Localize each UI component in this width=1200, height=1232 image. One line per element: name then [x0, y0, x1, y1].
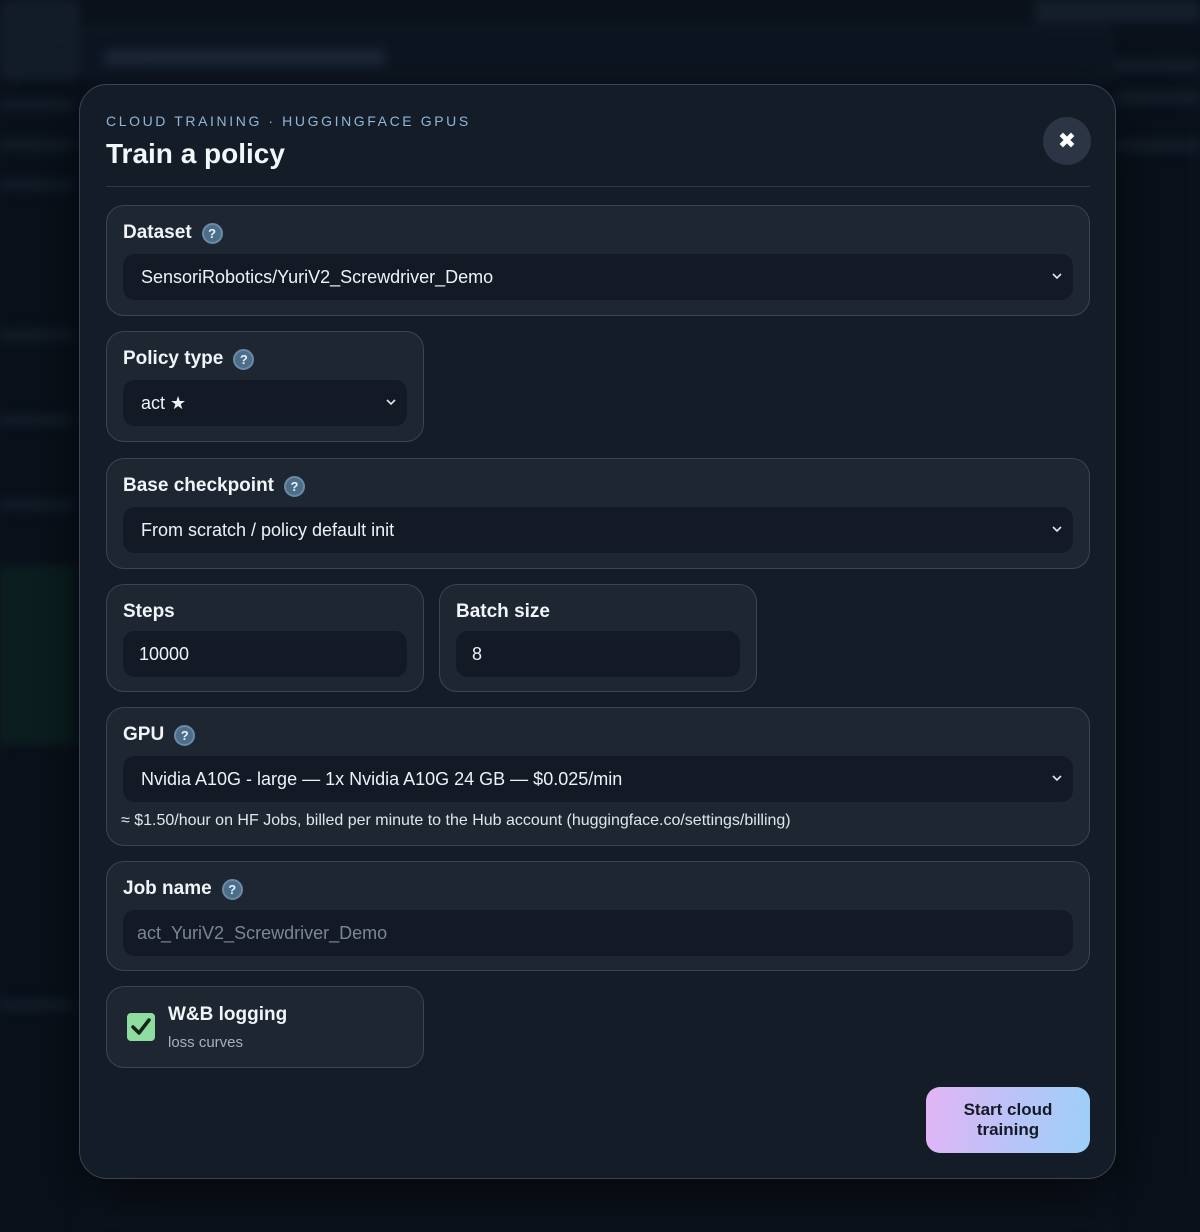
steps-input[interactable]: 10000 [123, 631, 407, 677]
steps-value: 10000 [139, 643, 190, 664]
dataset-label: Dataset [123, 222, 192, 243]
base-checkpoint-select[interactable]: From scratch / policy default init [123, 507, 1073, 553]
gpu-value: Nvidia A10G - large — 1x Nvidia A10G 24 … [141, 768, 623, 789]
job-name-label: Job name [123, 878, 212, 899]
policy-type-card: Policy type ? act ★ [106, 331, 424, 442]
help-icon[interactable]: ? [233, 348, 255, 370]
close-button[interactable]: ✖ [1043, 117, 1091, 165]
chevron-down-icon [1052, 526, 1062, 533]
steps-card: Steps 10000 [106, 584, 424, 692]
bg-side-item [0, 330, 75, 340]
bg-side-item [0, 140, 75, 150]
chevron-down-icon [386, 399, 396, 406]
gpu-card: GPU ? Nvidia A10G - large — 1x Nvidia A1… [106, 707, 1090, 846]
batch-size-input[interactable]: 8 [456, 631, 740, 677]
chevron-down-icon [1052, 775, 1062, 782]
gpu-label: GPU [123, 724, 165, 745]
policy-type-label: Policy type [123, 348, 224, 369]
base-checkpoint-value: From scratch / policy default init [141, 519, 395, 540]
bg-right-item [1115, 60, 1200, 72]
wandb-sublabel: loss curves [168, 1034, 244, 1051]
base-checkpoint-card: Base checkpoint ? From scratch / policy … [106, 458, 1090, 569]
chevron-down-icon [1052, 273, 1062, 280]
checkmark-icon [131, 1018, 151, 1035]
policy-type-value: act ★ [141, 392, 187, 413]
help-icon[interactable]: ? [174, 724, 196, 746]
job-name-card: Job name ? act_YuriV2_Screwdriver_Demo [106, 861, 1090, 971]
gpu-select[interactable]: Nvidia A10G - large — 1x Nvidia A10G 24 … [123, 756, 1073, 802]
wandb-checkbox[interactable] [127, 1013, 155, 1041]
bg-side-item [0, 100, 75, 110]
base-checkpoint-label: Base checkpoint [123, 475, 274, 496]
close-icon: ✖ [1057, 128, 1077, 153]
job-name-placeholder: act_YuriV2_Screwdriver_Demo [137, 922, 388, 943]
bg-right-item [1115, 140, 1200, 152]
train-policy-modal: CLOUD TRAINING · HUGGINGFACE GPUS Train … [79, 84, 1116, 1179]
bg-highlight [0, 565, 75, 745]
batch-size-value: 8 [472, 643, 483, 664]
help-icon[interactable]: ? [201, 222, 223, 244]
job-name-input[interactable]: act_YuriV2_Screwdriver_Demo [123, 910, 1073, 956]
steps-label: Steps [123, 601, 175, 622]
bg-side-item [0, 415, 75, 425]
bg-title [105, 50, 385, 66]
gpu-cost-hint: ≈ $1.50/hour on HF Jobs, billed per minu… [121, 812, 791, 829]
bg-side-item [0, 1000, 75, 1010]
dataset-select[interactable]: SensoriRobotics/YuriV2_Screwdriver_Demo [123, 254, 1073, 300]
bg-right-item [1115, 92, 1200, 104]
bg-side-item [0, 500, 75, 510]
policy-type-select[interactable]: act ★ [123, 380, 407, 426]
start-cloud-training-button[interactable]: Start cloud training [926, 1087, 1090, 1153]
batch-size-card: Batch size 8 [439, 584, 757, 692]
dataset-card: Dataset ? SensoriRobotics/YuriV2_Screwdr… [106, 205, 1090, 316]
bg-footer [80, 1175, 1116, 1232]
modal-title: Train a policy [106, 138, 285, 169]
help-icon[interactable]: ? [221, 878, 243, 900]
header-divider [106, 186, 1090, 187]
batch-size-label: Batch size [456, 601, 550, 622]
help-icon[interactable]: ? [284, 475, 305, 497]
bg-side-item [0, 180, 75, 190]
modal-eyebrow: CLOUD TRAINING · HUGGINGFACE GPUS [106, 113, 471, 129]
bg-logo [0, 0, 80, 80]
wandb-label: W&B logging [168, 1004, 288, 1025]
bg-topbar [1035, 0, 1200, 22]
wandb-card[interactable]: W&B logging loss curves [106, 986, 424, 1068]
dataset-value: SensoriRobotics/YuriV2_Screwdriver_Demo [141, 266, 494, 287]
